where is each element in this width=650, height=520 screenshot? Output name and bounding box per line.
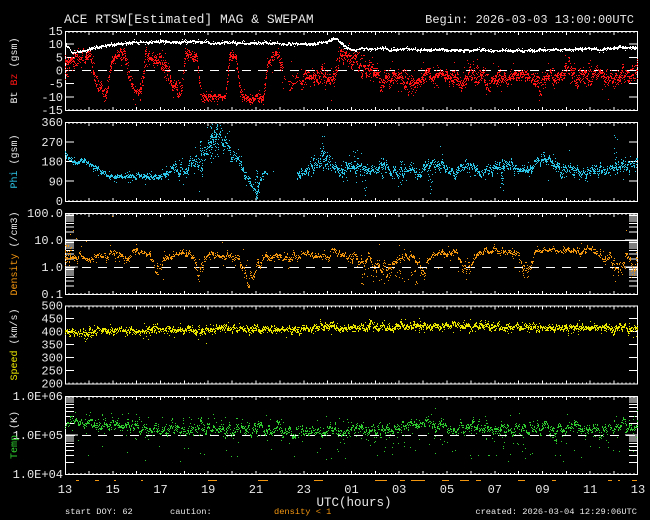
svg-text:1.0E+04: 1.0E+04 [13,468,63,482]
svg-text:23: 23 [297,483,311,497]
svg-text:10: 10 [49,38,63,52]
svg-text:270: 270 [41,136,63,150]
svg-text:400: 400 [41,326,63,340]
svg-text:13: 13 [58,483,72,497]
svg-text:Phi (gsm): Phi (gsm) [9,134,21,188]
svg-text:0: 0 [56,65,63,79]
svg-text:15: 15 [49,25,63,39]
svg-text:90: 90 [49,175,63,189]
svg-text:07: 07 [488,483,502,497]
svg-text:03: 03 [392,483,406,497]
svg-text:450: 450 [41,313,63,327]
svg-text:ACE RTSW[Estimated] MAG & SWEP: ACE RTSW[Estimated] MAG & SWEPAM [64,12,314,27]
svg-text:1.0: 1.0 [41,261,63,275]
svg-text:09: 09 [535,483,549,497]
svg-text:21: 21 [249,483,263,497]
svg-text:100.0: 100.0 [27,207,63,221]
svg-text:1.0E+06: 1.0E+06 [13,390,63,404]
svg-text:180: 180 [41,156,63,170]
svg-text:start DOY: 62: start DOY: 62 [65,507,133,517]
svg-text:Begin: 2026-03-03 13:00:00UTC: Begin: 2026-03-03 13:00:00UTC [425,13,634,27]
svg-text:5: 5 [56,51,63,65]
svg-text:300: 300 [41,352,63,366]
svg-text:caution:: caution: [170,507,212,517]
svg-text:19: 19 [201,483,215,497]
svg-text:11: 11 [583,483,597,497]
svg-text:01: 01 [344,483,358,497]
svg-text:500: 500 [41,300,63,314]
svg-text:-10: -10 [41,91,63,105]
svg-text:created: 2026-03-04 12:29:06UT: created: 2026-03-04 12:29:06UTC [475,507,637,517]
svg-text:Speed (km/s): Speed (km/s) [9,308,21,380]
svg-text:-5: -5 [49,78,63,92]
svg-text:Bt Bz (gsm): Bt Bz (gsm) [9,37,21,103]
svg-text:360: 360 [41,116,63,130]
svg-text:17: 17 [153,483,167,497]
svg-text:Density (/cm3): Density (/cm3) [9,211,21,295]
svg-text:density < 1: density < 1 [274,507,331,517]
svg-text:15: 15 [106,483,120,497]
svg-text:Temp (K): Temp (K) [9,411,21,459]
svg-text:13: 13 [631,483,645,497]
svg-text:250: 250 [41,365,63,379]
svg-text:350: 350 [41,339,63,353]
svg-text:10.0: 10.0 [34,234,63,248]
svg-text:05: 05 [440,483,454,497]
